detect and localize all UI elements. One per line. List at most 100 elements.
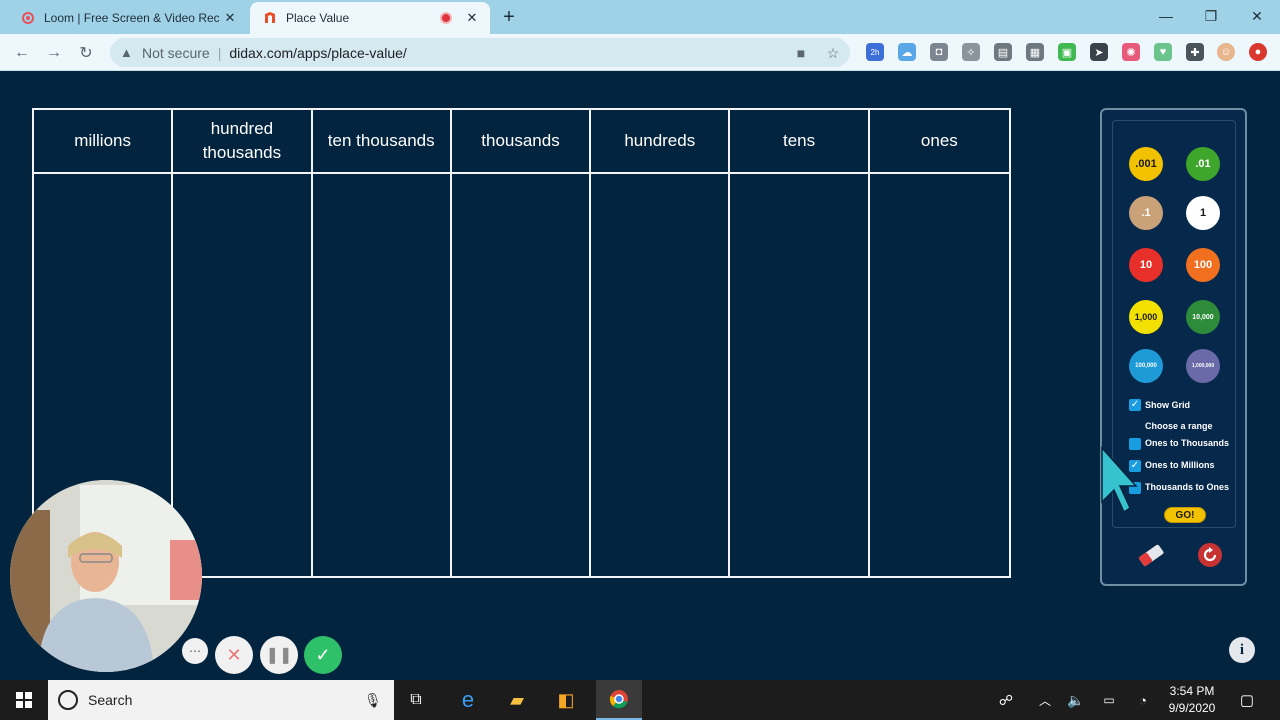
microphone-icon[interactable]: 🎙 — [364, 692, 382, 709]
disk-100000[interactable]: 100,000 — [1129, 349, 1163, 383]
camera-icon[interactable]: ■ — [790, 42, 812, 64]
show-grid-checkbox[interactable]: ✓ — [1129, 399, 1141, 411]
place-value-chart: millions hundred thousands ten thousands… — [32, 108, 1011, 578]
column-header-ten-thousands: ten thousands — [312, 110, 452, 174]
windows-start-icon[interactable] — [0, 680, 48, 720]
address-bar[interactable]: ▲ Not secure | didax.com/apps/place-valu… — [110, 38, 850, 67]
minimize-icon[interactable]: — — [1143, 0, 1189, 32]
notifications-icon[interactable]: ▢ — [1234, 680, 1260, 720]
info-icon[interactable]: i — [1229, 637, 1255, 663]
disk-1[interactable]: 1 — [1186, 196, 1220, 230]
edge-browser-icon[interactable]: e — [450, 680, 486, 720]
battery-icon[interactable]: ▭ — [1098, 680, 1120, 720]
webcam-bubble[interactable] — [10, 480, 202, 672]
disk-1000[interactable]: 1,000 — [1129, 300, 1163, 334]
restore-icon[interactable]: ❐ — [1188, 0, 1234, 32]
disk-label: .01 — [1195, 158, 1211, 170]
profile-avatar-icon[interactable]: ☺ — [1217, 43, 1235, 61]
choose-range-label: Choose a range — [1145, 421, 1213, 431]
store-icon[interactable]: ◧ — [548, 680, 584, 720]
file-explorer-icon[interactable]: ▰ — [499, 680, 535, 720]
extension-cursor-icon[interactable]: ➤ — [1090, 43, 1108, 61]
drop-zone-thousands[interactable] — [452, 174, 592, 576]
drop-zone-hundreds[interactable] — [591, 174, 731, 576]
range-ones-to-thousands-label: Ones to Thousands — [1145, 438, 1230, 448]
more-options-icon[interactable]: ⋯ — [182, 638, 208, 664]
reset-icon[interactable] — [1195, 540, 1225, 570]
close-tab-icon[interactable]: ✕ — [462, 10, 482, 26]
wifi-icon[interactable]: ◔ — [1132, 680, 1154, 720]
tab-loom[interactable]: Loom | Free Screen & Video Rec ✕ — [8, 2, 248, 34]
disk-label: 10 — [1139, 259, 1153, 271]
divider: | — [217, 44, 222, 61]
disk-10000[interactable]: 10,000 — [1186, 300, 1220, 334]
warning-icon: ▲ — [120, 45, 133, 60]
browser-tab-strip: Loom | Free Screen & Video Rec ✕ Place V… — [0, 0, 1280, 34]
forward-icon[interactable]: → — [41, 40, 67, 66]
disk-label: 100 — [1193, 259, 1213, 271]
extension-bird-icon[interactable]: ✧ — [962, 43, 980, 61]
column-header-thousands: thousands — [451, 110, 592, 174]
extension-heart-icon[interactable]: ♥ — [1154, 43, 1172, 61]
column-header-hundred-thousands: hundred thousands — [173, 110, 313, 174]
url-text: didax.com/apps/place-value/ — [229, 44, 407, 61]
mouse-cursor-icon — [1100, 446, 1140, 519]
eraser-icon[interactable] — [1136, 540, 1166, 570]
browser-toolbar: ← → ↻ ▲ Not secure | didax.com/apps/plac… — [0, 34, 1280, 71]
column-header-millions: millions — [34, 110, 174, 174]
drop-zone-hundred-thousands[interactable] — [173, 174, 313, 576]
range-thousands-to-ones-label: Thousands to Ones — [1145, 482, 1230, 492]
extension-cloud-icon[interactable]: ☁ — [898, 43, 916, 61]
chrome-taskbar-icon[interactable] — [596, 680, 642, 720]
extension-puzzle-icon[interactable]: ✚ — [1186, 43, 1204, 61]
go-button[interactable]: GO! — [1164, 507, 1206, 523]
system-clock[interactable]: 3:54 PM 9/9/2020 — [1160, 683, 1224, 717]
bookmark-star-icon[interactable]: ☆ — [822, 42, 844, 64]
back-icon[interactable]: ← — [9, 40, 35, 66]
new-tab-button[interactable]: + — [495, 4, 523, 30]
disk-100[interactable]: 100 — [1186, 248, 1220, 282]
close-tab-icon[interactable]: ✕ — [220, 10, 240, 26]
security-label: Not secure — [142, 44, 210, 61]
disk-label: .1 — [1141, 207, 1151, 219]
drop-zone-ones[interactable] — [870, 174, 1009, 576]
column-header-ones: ones — [869, 110, 1009, 174]
disk-label: 1,000,000 — [1191, 363, 1215, 369]
disk-label: 1,000 — [1134, 312, 1158, 322]
disk-0-001[interactable]: .001 — [1129, 147, 1163, 181]
extension-classroom-icon[interactable]: ▣ — [1058, 43, 1076, 61]
finish-recording-icon[interactable]: ✓ — [304, 636, 342, 674]
disk-1000000[interactable]: 1,000,000 — [1186, 349, 1220, 383]
extension-badge: 2h — [870, 47, 880, 57]
extension-loom-icon[interactable]: ✺ — [1122, 43, 1140, 61]
clock-time: 3:54 PM — [1169, 684, 1215, 698]
taskbar-search-box[interactable]: Search 🎙 — [48, 680, 394, 720]
show-grid-label: Show Grid — [1145, 400, 1190, 410]
tab-place-value[interactable]: Place Value ✕ — [250, 2, 490, 34]
tab-title: Place Value — [286, 11, 350, 25]
extension-grid-icon[interactable]: ▦ — [1026, 43, 1044, 61]
extension-record-icon[interactable]: ● — [1249, 43, 1267, 61]
task-view-icon[interactable]: ⧉ — [398, 680, 434, 720]
show-hidden-icons-icon[interactable]: ︿ — [1036, 680, 1054, 720]
extension-calendar-icon[interactable]: 2h — [866, 43, 884, 61]
disk-10[interactable]: 10 — [1129, 248, 1163, 282]
didax-icon — [262, 10, 278, 26]
drop-zone-tens[interactable] — [730, 174, 870, 576]
volume-icon[interactable]: 🔈 — [1066, 680, 1086, 720]
taskbar: Search 🎙 ⧉ e ▰ ◧ ☍ ︿ 🔈 ▭ ◔ 3:54 PM 9/9/2… — [0, 680, 1280, 720]
pause-recording-icon[interactable]: ❚❚ — [260, 636, 298, 674]
search-placeholder: Search — [88, 692, 133, 708]
close-window-icon[interactable]: ✕ — [1234, 0, 1280, 32]
drop-zone-ten-thousands[interactable] — [313, 174, 452, 576]
extension-folder-icon[interactable]: ▤ — [994, 43, 1012, 61]
column-header-hundreds: hundreds — [591, 110, 731, 174]
tab-title: Loom | Free Screen & Video Rec — [44, 11, 220, 25]
disk-0-01[interactable]: .01 — [1186, 147, 1220, 181]
disk-0-1[interactable]: .1 — [1129, 196, 1163, 230]
extension-screenshot-icon[interactable]: ◘ — [930, 43, 948, 61]
cancel-recording-icon[interactable]: ✕ — [215, 636, 253, 674]
reload-icon[interactable]: ↻ — [73, 40, 99, 66]
people-icon[interactable]: ☍ — [994, 680, 1018, 720]
column-header-tens: tens — [730, 110, 870, 174]
